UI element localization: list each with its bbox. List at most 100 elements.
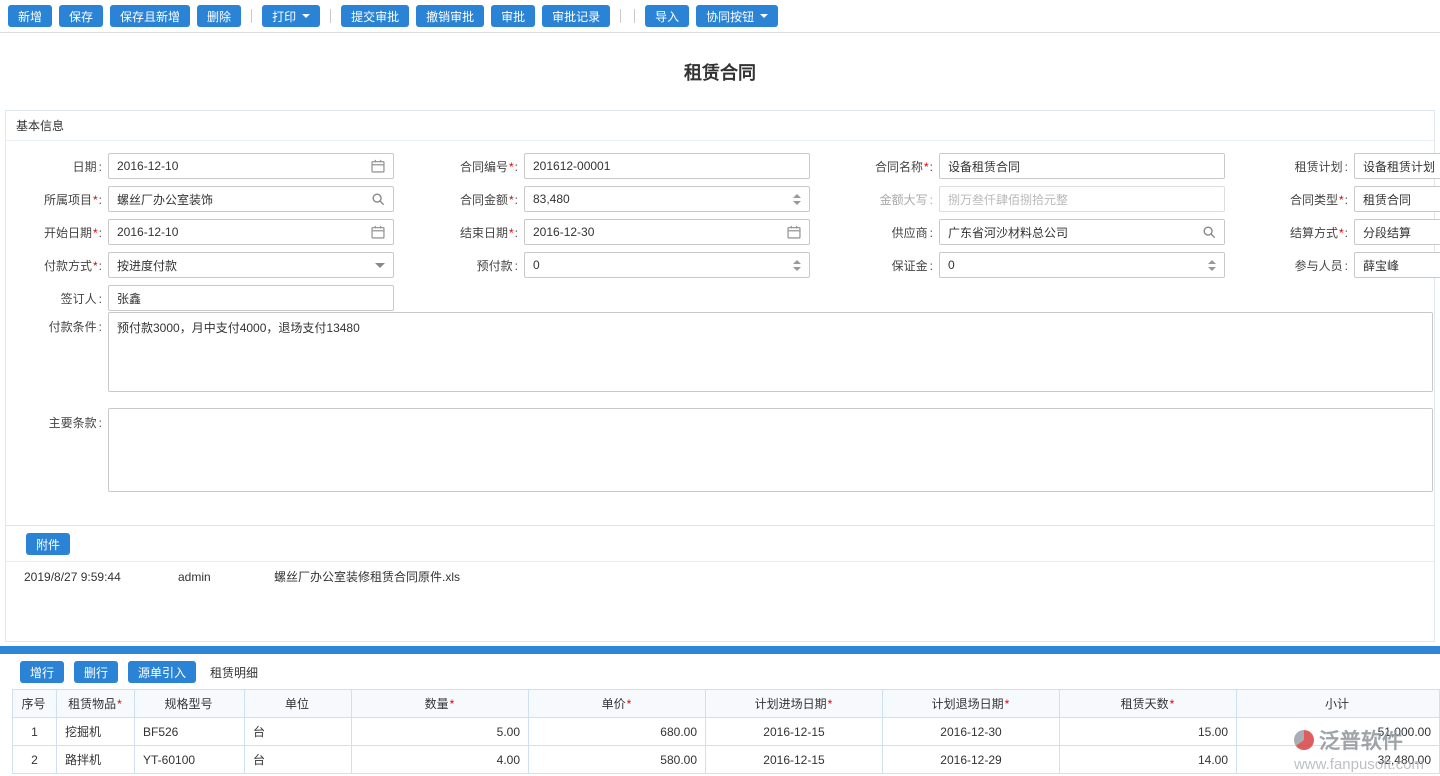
cell-price: 680.00 bbox=[529, 718, 706, 746]
main-toolbar: 新增 保存 保存且新增 删除 打印 提交审批 撤销审批 审批 审批记录 导入 协… bbox=[0, 0, 1440, 33]
contract-amount-input[interactable]: 83,480 bbox=[524, 186, 810, 212]
cell-qty: 5.00 bbox=[352, 718, 529, 746]
calendar-icon[interactable] bbox=[787, 225, 801, 239]
attachment-time: 2019/8/27 9:59:44 bbox=[24, 570, 178, 584]
attachment-button[interactable]: 附件 bbox=[26, 533, 70, 555]
column-header-spec: 规格型号 bbox=[135, 690, 245, 718]
save-button[interactable]: 保存 bbox=[59, 5, 103, 27]
cell-days: 15.00 bbox=[1060, 718, 1237, 746]
number-spinner[interactable] bbox=[793, 194, 801, 205]
toolbar-separator bbox=[330, 9, 331, 23]
field-deposit: 保证金: 0 bbox=[841, 252, 1225, 278]
approve-button[interactable]: 审批 bbox=[491, 5, 535, 27]
cell-item: 挖掘机 bbox=[57, 718, 135, 746]
caret-down-icon[interactable] bbox=[375, 263, 385, 268]
cell-spec: YT-60100 bbox=[135, 746, 245, 774]
print-button[interactable]: 打印 bbox=[262, 5, 320, 27]
page-title: 租赁合同 bbox=[684, 59, 756, 85]
spinner-up-icon[interactable] bbox=[1208, 260, 1216, 264]
payment-terms-textarea[interactable]: 预付款3000，月中支付4000，退场支付13480 bbox=[108, 312, 1433, 392]
approval-records-button[interactable]: 审批记录 bbox=[542, 5, 610, 27]
basic-info-form: 日期: 2016-12-10 合同编号*: 201612-00001 合同名称*… bbox=[6, 141, 1434, 525]
contract-no-label: 合同编号*: bbox=[426, 158, 524, 175]
contract-amount-label: 合同金额*: bbox=[426, 191, 524, 208]
field-participants: 参与人员: 薛宝峰 bbox=[1256, 252, 1440, 278]
add-row-button[interactable]: 增行 bbox=[20, 661, 64, 683]
field-contract-name: 合同名称*: 设备租赁合同 bbox=[841, 153, 1225, 179]
delete-row-button[interactable]: 删行 bbox=[74, 661, 118, 683]
cell-spec: BF526 bbox=[135, 718, 245, 746]
lease-plan-input[interactable]: 设备租赁计划 bbox=[1354, 153, 1440, 179]
save-and-new-button[interactable]: 保存且新增 bbox=[110, 5, 190, 27]
payment-method-label: 付款方式*: bbox=[14, 257, 108, 274]
settlement-input[interactable]: 分段结算 bbox=[1354, 219, 1440, 245]
number-spinner[interactable] bbox=[793, 260, 801, 271]
search-icon[interactable] bbox=[371, 192, 385, 206]
field-signer: 签订人: 张鑫 bbox=[14, 285, 394, 311]
project-input[interactable]: 螺丝厂办公室装饰 bbox=[108, 186, 394, 212]
contract-type-input[interactable]: 租赁合同 bbox=[1354, 186, 1440, 212]
date-input[interactable]: 2016-12-10 bbox=[108, 153, 394, 179]
payment-method-select[interactable]: 按进度付款 bbox=[108, 252, 394, 278]
collaboration-button-label: 协同按钮 bbox=[706, 8, 754, 25]
field-settlement: 结算方式*: 分段结算 bbox=[1256, 219, 1440, 245]
attachment-user: admin bbox=[178, 570, 274, 584]
field-contract-type: 合同类型*: 租赁合同 bbox=[1256, 186, 1440, 212]
search-icon[interactable] bbox=[1202, 225, 1216, 239]
lease-plan-label: 租赁计划: bbox=[1256, 158, 1354, 175]
spinner-down-icon[interactable] bbox=[793, 267, 801, 271]
field-amount-in-words: 金额大写: 捌万叁仟肆佰捌拾元整 bbox=[841, 186, 1225, 212]
collaboration-button[interactable]: 协同按钮 bbox=[696, 5, 778, 27]
cell-qty: 4.00 bbox=[352, 746, 529, 774]
field-advance-payment: 预付款: 0 bbox=[426, 252, 810, 278]
cell-unit: 台 bbox=[245, 718, 352, 746]
field-supplier: 供应商: 广东省河沙材料总公司 bbox=[841, 219, 1225, 245]
start-date-label: 开始日期*: bbox=[14, 224, 108, 241]
calendar-icon[interactable] bbox=[371, 159, 385, 173]
delete-button[interactable]: 删除 bbox=[197, 5, 241, 27]
signer-input[interactable]: 张鑫 bbox=[108, 285, 394, 311]
column-header-price: 单价* bbox=[529, 690, 706, 718]
column-header-days: 租赁天数* bbox=[1060, 690, 1237, 718]
spinner-down-icon[interactable] bbox=[1208, 267, 1216, 271]
advance-payment-input[interactable]: 0 bbox=[524, 252, 810, 278]
source-import-button[interactable]: 源单引入 bbox=[128, 661, 196, 683]
new-button[interactable]: 新增 bbox=[8, 5, 52, 27]
table-row[interactable]: 1 挖掘机 BF526 台 5.00 680.00 2016-12-15 201… bbox=[13, 718, 1440, 746]
import-button[interactable]: 导入 bbox=[645, 5, 689, 27]
advance-payment-label: 预付款: bbox=[426, 257, 524, 274]
field-lease-plan: 租赁计划: 设备租赁计划 bbox=[1256, 153, 1440, 179]
calendar-icon[interactable] bbox=[371, 225, 385, 239]
cell-seq: 1 bbox=[13, 718, 57, 746]
end-date-input[interactable]: 2016-12-30 bbox=[524, 219, 810, 245]
participants-input[interactable]: 薛宝峰 bbox=[1354, 252, 1440, 278]
field-contract-no: 合同编号*: 201612-00001 bbox=[426, 153, 810, 179]
attachment-filename[interactable]: 螺丝厂办公室装修租赁合同原件.xls bbox=[274, 568, 460, 585]
attachment-spacer bbox=[6, 591, 1434, 641]
cell-subtotal: 32,480.00 bbox=[1237, 746, 1440, 774]
submit-approval-button[interactable]: 提交审批 bbox=[341, 5, 409, 27]
number-spinner[interactable] bbox=[1208, 260, 1216, 271]
deposit-input[interactable]: 0 bbox=[939, 252, 1225, 278]
spinner-up-icon[interactable] bbox=[793, 194, 801, 198]
attachment-file-row[interactable]: 2019/8/27 9:59:44 admin 螺丝厂办公室装修租赁合同原件.x… bbox=[6, 561, 1434, 591]
contract-no-input[interactable]: 201612-00001 bbox=[524, 153, 810, 179]
spinner-down-icon[interactable] bbox=[793, 201, 801, 205]
spinner-up-icon[interactable] bbox=[793, 260, 801, 264]
field-start-date: 开始日期*: 2016-12-10 bbox=[14, 219, 394, 245]
contract-name-input[interactable]: 设备租赁合同 bbox=[939, 153, 1225, 179]
column-header-seq: 序号 bbox=[13, 690, 57, 718]
start-date-input[interactable]: 2016-12-10 bbox=[108, 219, 394, 245]
project-label: 所属项目*: bbox=[14, 191, 108, 208]
basic-info-section-title: 基本信息 bbox=[6, 111, 1434, 141]
end-date-label: 结束日期*: bbox=[426, 224, 524, 241]
main-clauses-label: 主要条款: bbox=[14, 408, 108, 431]
cell-price: 580.00 bbox=[529, 746, 706, 774]
column-header-qty: 数量* bbox=[352, 690, 529, 718]
main-clauses-textarea[interactable] bbox=[108, 408, 1433, 492]
supplier-input[interactable]: 广东省河沙材料总公司 bbox=[939, 219, 1225, 245]
table-row[interactable]: 2 路拌机 YT-60100 台 4.00 580.00 2016-12-15 … bbox=[13, 746, 1440, 774]
revoke-approval-button[interactable]: 撤销审批 bbox=[416, 5, 484, 27]
print-button-label: 打印 bbox=[272, 8, 296, 25]
toolbar-separator bbox=[620, 9, 621, 23]
